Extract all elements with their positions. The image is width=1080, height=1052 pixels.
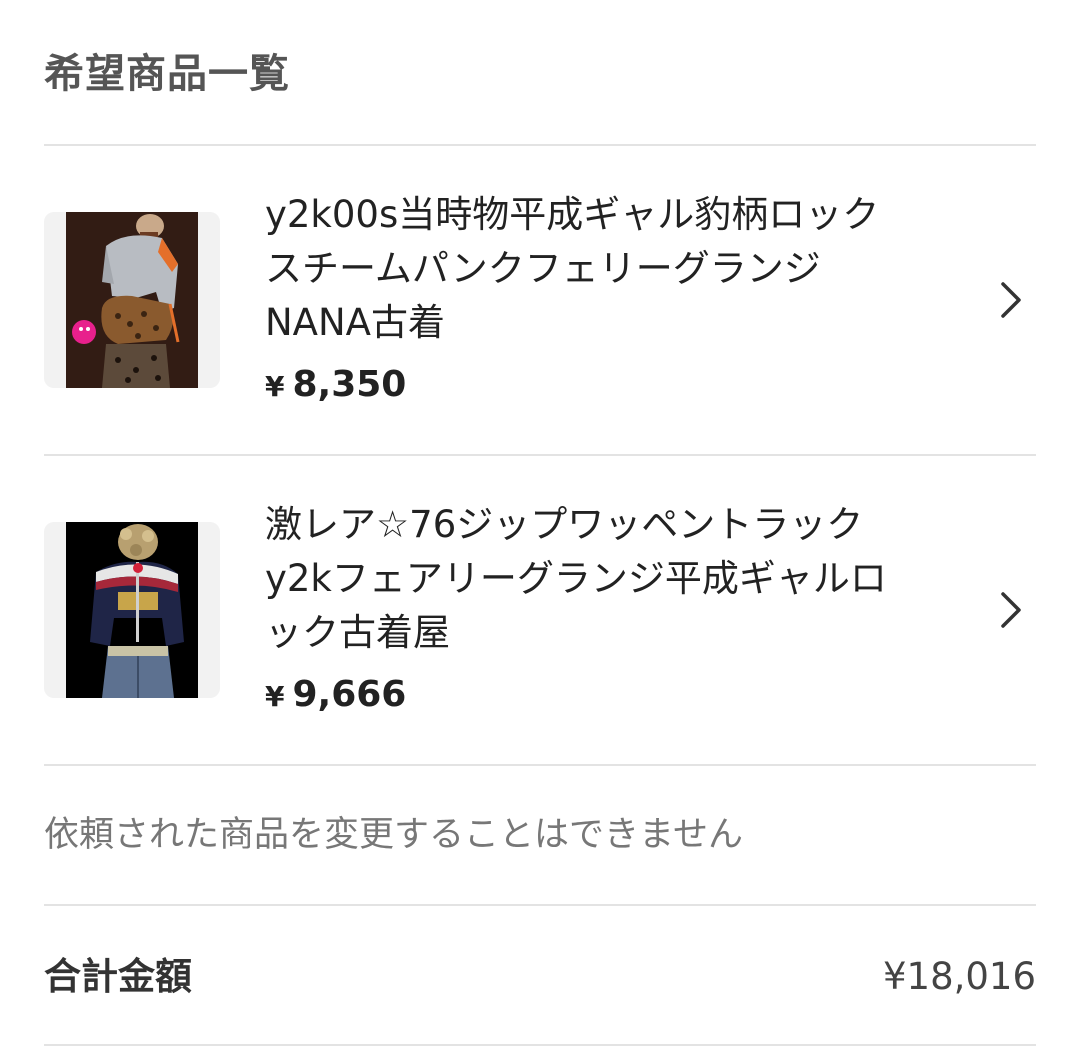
section-title: 希望商品一覧 (44, 51, 290, 97)
total-label: 合計金額 (44, 955, 192, 998)
chevron-right-icon (1001, 592, 1021, 628)
product-price-2: ¥9,666 (265, 674, 406, 715)
product-price-1: ¥8,350 (265, 364, 406, 405)
product-photo-1 (66, 212, 198, 388)
price-value: 8,350 (292, 364, 407, 405)
product-photo-2 (66, 522, 198, 698)
product-title-1: y2k00s当時物平成ギャル豹柄ロック スチームパンクフェリーグランジ NANA… (265, 193, 880, 344)
chevron-right-icon (1001, 282, 1021, 318)
divider (44, 1044, 1036, 1046)
product-thumbnail-1 (44, 212, 220, 388)
change-not-allowed-note: 依頼された商品を変更することはできません (44, 815, 743, 855)
currency-symbol: ¥ (265, 370, 285, 403)
divider (44, 764, 1036, 766)
divider (44, 904, 1036, 906)
currency-symbol: ¥ (265, 680, 285, 713)
total-amount: ¥18,016 (882, 955, 1036, 998)
price-value: 9,666 (292, 674, 407, 715)
product-row-1[interactable]: y2k00s当時物平成ギャル豹柄ロック スチームパンクフェリーグランジ NANA… (44, 146, 1036, 454)
product-title-2: 激レア☆76ジップワッペントラック y2kフェアリーグランジ平成ギャルロ ック古… (265, 503, 887, 654)
product-row-2[interactable]: 激レア☆76ジップワッペントラック y2kフェアリーグランジ平成ギャルロ ック古… (44, 456, 1036, 764)
product-thumbnail-2 (44, 522, 220, 698)
wishlist-page: 希望商品一覧 y2k00s当時物平成ギャル豹柄ロック スチームパンクフェリーグラ… (44, 0, 1036, 1052)
